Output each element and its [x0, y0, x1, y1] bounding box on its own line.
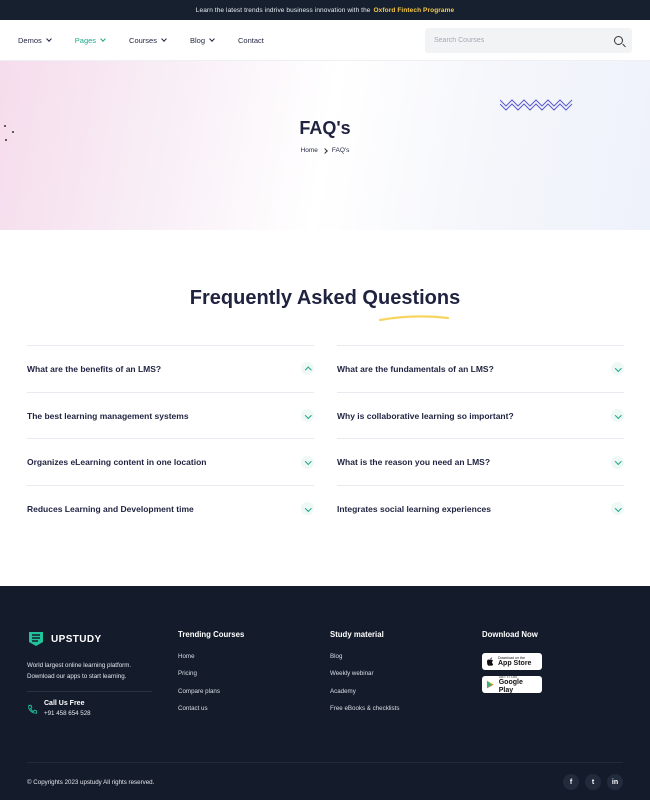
app-store-button[interactable]: Download on the App Store [482, 653, 542, 670]
google-play-button[interactable]: GET IT ON Google Play [482, 675, 542, 694]
chevron-down-icon[interactable] [301, 455, 314, 469]
chevron-down-icon [209, 36, 215, 42]
phone-icon [28, 704, 38, 714]
footer-link-academy[interactable]: Academy [330, 688, 399, 695]
footer-trending-courses: Trending Courses Home Pricing Compare pl… [178, 630, 244, 722]
announcement-text: Learn the latest trends indrive business… [195, 6, 371, 14]
nav-item-blog[interactable]: Blog [190, 36, 215, 45]
announcement-bar: Learn the latest trends indrive business… [0, 0, 650, 20]
faq-item[interactable]: Reduces Learning and Development time [27, 485, 314, 532]
brand-name: UPSTUDY [51, 633, 102, 645]
faq-heading: Frequently Asked Questions [189, 287, 461, 309]
zigzag-decoration [500, 99, 573, 111]
chevron-down-icon[interactable] [611, 362, 624, 376]
faq-item[interactable]: The best learning management systems [27, 391, 314, 439]
footer-logo[interactable]: UPSTUDY [27, 630, 102, 648]
breadcrumb: Home FAQ's [0, 147, 650, 154]
faq-item[interactable]: Organizes eLearning content in one locat… [27, 438, 314, 485]
nav-item-pages[interactable]: Pages [75, 36, 106, 45]
page-hero: FAQ's Home FAQ's [0, 61, 650, 230]
upstudy-logo-icon [29, 632, 43, 646]
copyright-text: © Copyrights 2023 upstudy All rights res… [27, 779, 155, 786]
footer-link-weekly-webinar[interactable]: Weekly webinar [330, 670, 399, 677]
footer-col-title: Download Now [482, 630, 538, 639]
search-box [425, 28, 632, 53]
footer-link-blog[interactable]: Blog [330, 653, 399, 660]
faq-item[interactable]: What are the benefits of an LMS? [27, 345, 314, 392]
breadcrumb-current: FAQ's [331, 147, 350, 154]
faq-column-right: What are the fundamentals of an LMS? Why… [337, 345, 624, 532]
footer-col-title: Trending Courses [178, 630, 245, 639]
search-input[interactable] [434, 37, 614, 44]
apple-icon [487, 657, 494, 666]
footer-study-material: Study material Blog Weekly webinar Acade… [330, 630, 399, 722]
heading-underline-decoration [378, 315, 450, 322]
chevron-down-icon[interactable] [611, 455, 624, 469]
call-info[interactable]: Call Us Free +91 458 654 528 [27, 700, 91, 717]
nav-item-demos[interactable]: Demos [18, 36, 52, 45]
faq-column-left: What are the benefits of an LMS? The bes… [27, 345, 314, 532]
search-icon[interactable] [614, 36, 623, 45]
footer-link-pricing[interactable]: Pricing [178, 670, 244, 677]
chevron-down-icon [100, 36, 106, 42]
twitter-icon[interactable]: t [585, 774, 601, 790]
chevron-down-icon[interactable] [301, 502, 314, 516]
social-links: f t in [563, 774, 623, 790]
footer-link-contact-us[interactable]: Contact us [178, 705, 244, 712]
footer-link-free-ebooks[interactable]: Free eBooks & checklists [330, 705, 399, 712]
google-play-icon [486, 680, 494, 689]
call-number: +91 458 654 528 [44, 710, 91, 717]
breadcrumb-home[interactable]: Home [301, 147, 318, 154]
footer-download: Download Now Download on the App Store G… [482, 630, 542, 699]
footer-description: World largest online learning platform. … [27, 662, 132, 680]
main-nav: Demos Pages Courses Blog Contact [0, 20, 650, 61]
page-title: FAQ's [299, 118, 351, 138]
chevron-up-icon[interactable] [301, 362, 314, 376]
faq-item[interactable]: What is the reason you need an LMS? [337, 438, 624, 485]
chevron-down-icon[interactable] [611, 502, 624, 516]
chevron-down-icon [45, 36, 52, 42]
faq-item[interactable]: Why is collaborative learning so importa… [337, 391, 624, 439]
nav-item-courses[interactable]: Courses [129, 36, 167, 45]
footer-link-compare-plans[interactable]: Compare plans [178, 688, 244, 695]
site-footer: UPSTUDY World largest online learning pl… [0, 586, 650, 800]
faq-item[interactable]: What are the fundamentals of an LMS? [337, 345, 624, 392]
announcement-link[interactable]: Oxford Fintech Programe [374, 7, 455, 14]
chevron-down-icon [161, 36, 167, 42]
footer-link-home[interactable]: Home [178, 653, 244, 660]
footer-col-title: Study material [330, 630, 384, 639]
footer-bottom-divider [27, 762, 623, 763]
linkedin-icon[interactable]: in [607, 774, 623, 790]
footer-divider [27, 691, 152, 692]
call-label: Call Us Free [44, 700, 85, 707]
facebook-icon[interactable]: f [563, 774, 579, 790]
faq-item[interactable]: Integrates social learning experiences [337, 485, 624, 532]
chevron-down-icon[interactable] [611, 409, 624, 423]
nav-item-contact[interactable]: Contact [238, 36, 264, 45]
chevron-down-icon[interactable] [301, 409, 314, 423]
nav-menu: Demos Pages Courses Blog Contact [18, 36, 288, 45]
decor-dot [5, 139, 7, 141]
chevron-right-icon [322, 147, 328, 154]
